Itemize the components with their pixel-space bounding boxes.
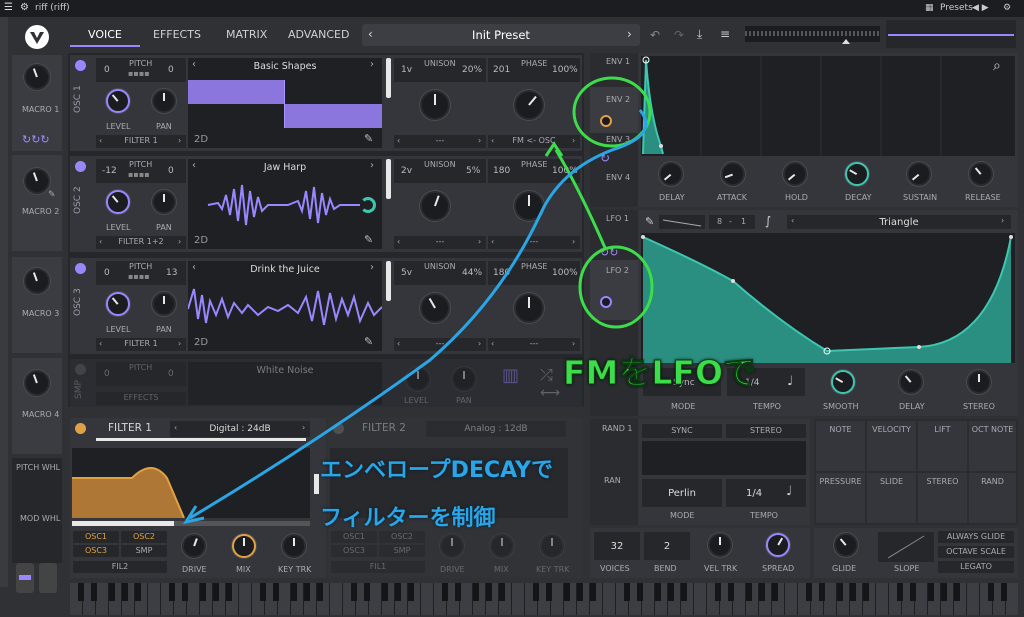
annotation-overlay <box>182 76 654 525</box>
annotation-fm-lfo: FMをLFOで <box>562 353 757 393</box>
annotation-filter-control: フィルターを制御 <box>320 506 496 531</box>
annotation-env-decay: エンベロープDECAYで <box>320 458 553 483</box>
